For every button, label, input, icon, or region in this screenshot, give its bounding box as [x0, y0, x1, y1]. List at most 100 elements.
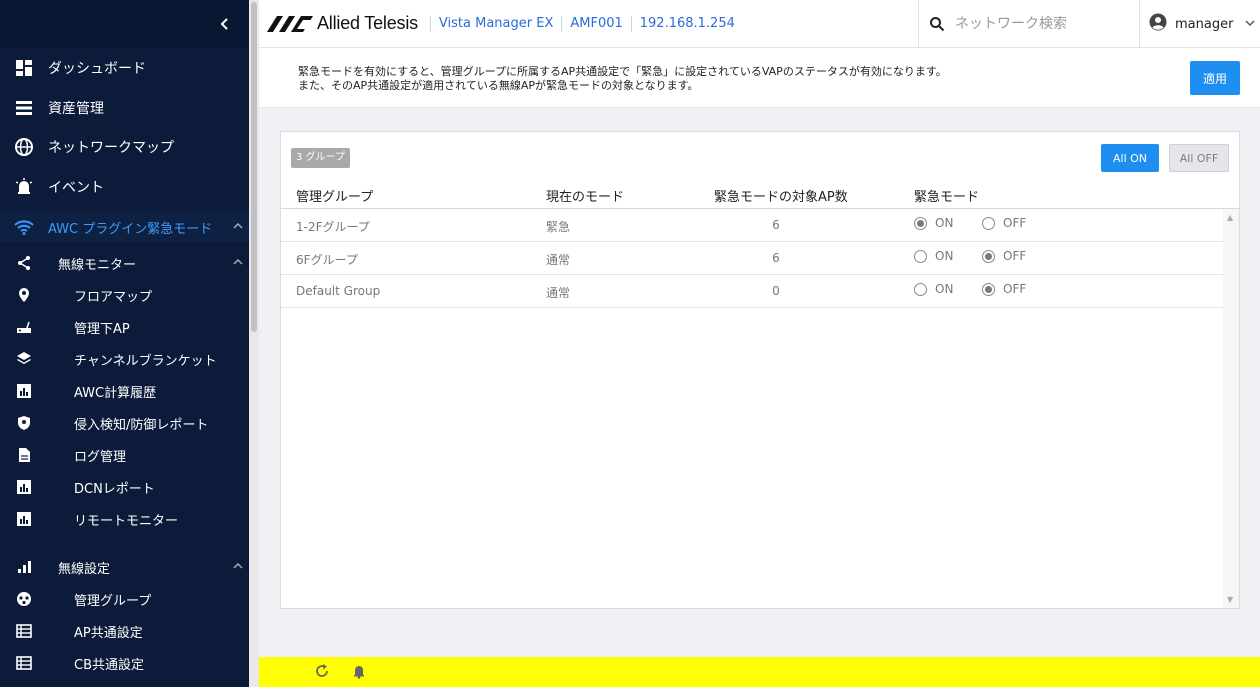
- sidebar-item-label: リモートモニター: [74, 513, 179, 529]
- device-name[interactable]: AMF001: [570, 16, 622, 31]
- scroll-up-icon[interactable]: ▲: [1227, 213, 1233, 222]
- alarm-icon: [12, 177, 36, 197]
- user-menu[interactable]: manager: [1149, 0, 1255, 48]
- info-text: 緊急モードを有効にすると、管理グループに所属するAP共通設定で「緊急」に設定され…: [298, 65, 947, 93]
- emergency-mode-panel: 3 グループ All ON All OFF 管理グループ 現在のモード 緊急モー…: [280, 131, 1240, 609]
- all-off-button[interactable]: All OFF: [1169, 144, 1229, 172]
- sidebar-item-label: 資産管理: [48, 101, 104, 117]
- globe-icon: [12, 137, 36, 157]
- column-header-current-mode: 現在のモード: [546, 190, 625, 205]
- sidebar-item-wireless-settings[interactable]: 無線設定: [0, 557, 249, 577]
- sidebar-item-label: 管理下AP: [74, 321, 130, 337]
- allied-telesis-logo-icon: [267, 15, 313, 32]
- collapse-sidebar-icon[interactable]: [217, 16, 233, 32]
- table-scrollbar[interactable]: ▲ ▼: [1223, 209, 1239, 608]
- current-mode: 通常: [546, 253, 571, 267]
- group-count-badge: 3 グループ: [291, 148, 350, 168]
- refresh-icon[interactable]: [314, 663, 330, 679]
- radio-button[interactable]: [982, 216, 995, 230]
- sidebar-item-remote-monitor[interactable]: リモートモニター: [0, 509, 249, 529]
- bottom-status-bar: [259, 657, 1260, 687]
- radio-label: ON: [935, 216, 954, 230]
- emergency-on-radio[interactable]: ON: [914, 282, 953, 296]
- sidebar-item-label: ダッシュボード: [48, 61, 146, 77]
- sidebar-item-events[interactable]: イベント: [0, 175, 249, 199]
- brand-logo[interactable]: Allied Telesis: [267, 13, 418, 34]
- header-divider: [561, 15, 563, 32]
- emergency-on-radio[interactable]: ON: [914, 216, 953, 230]
- sidebar-item-wireless-monitor[interactable]: 無線モニター: [0, 253, 249, 273]
- group-name: 1-2Fグループ: [296, 220, 370, 234]
- target-ap-count: 0: [772, 284, 780, 298]
- table-row: Default Group 通常 0 ON OFF: [281, 275, 1223, 308]
- search-input[interactable]: [955, 16, 1125, 32]
- shield-icon: [14, 413, 34, 433]
- chevron-up-icon[interactable]: [233, 257, 243, 267]
- sidebar-item-management-group[interactable]: 管理グループ: [0, 589, 249, 609]
- sidebar-item-label: 侵入検知/防御レポート: [74, 417, 209, 433]
- sidebar: ダッシュボード 資産管理 ネットワークマップ イベント AWC プラグイン緊急モ: [0, 0, 249, 687]
- sidebar-item-label: CB共通設定: [74, 657, 144, 673]
- chevron-down-icon: [1245, 18, 1255, 31]
- bell-icon[interactable]: [351, 663, 367, 679]
- sidebar-item-label: 管理グループ: [74, 593, 152, 609]
- sidebar-item-awc-history[interactable]: AWC計算履歴: [0, 381, 249, 401]
- apply-button[interactable]: 適用: [1190, 61, 1240, 95]
- radio-label: OFF: [1003, 282, 1027, 296]
- sidebar-item-label: DCNレポート: [74, 481, 155, 497]
- sidebar-item-label: AP共通設定: [74, 625, 143, 641]
- chevron-up-icon[interactable]: [233, 221, 243, 231]
- emergency-off-radio[interactable]: OFF: [982, 282, 1026, 296]
- radio-button[interactable]: [914, 216, 927, 230]
- sidebar-item-ap-common-settings[interactable]: AP共通設定: [0, 621, 249, 641]
- sidebar-item-assets[interactable]: 資産管理: [0, 96, 249, 120]
- network-search[interactable]: [918, 0, 1140, 48]
- radio-label: OFF: [1003, 249, 1027, 263]
- emergency-off-radio[interactable]: OFF: [982, 216, 1026, 230]
- table-header: 管理グループ 現在のモード 緊急モードの対象AP数 緊急モード: [281, 178, 1239, 209]
- sidebar-item-dcn-report[interactable]: DCNレポート: [0, 477, 249, 497]
- current-mode: 緊急: [546, 220, 571, 234]
- group-icon: [14, 589, 34, 609]
- sidebar-item-label: フロアマップ: [74, 289, 153, 305]
- sidebar-item-floor-map[interactable]: フロアマップ: [0, 285, 249, 305]
- sidebar-item-channel-blanket[interactable]: チャンネルブランケット: [0, 349, 249, 369]
- all-on-button[interactable]: All ON: [1101, 144, 1159, 172]
- radio-button[interactable]: [982, 282, 995, 296]
- sidebar-item-log-management[interactable]: ログ管理: [0, 445, 249, 465]
- chevron-up-icon[interactable]: [233, 561, 243, 571]
- device-ip[interactable]: 192.168.1.254: [640, 16, 735, 31]
- sidebar-scrollbar-thumb[interactable]: [251, 2, 257, 332]
- top-header: Allied Telesis Vista Manager EX AMF001 1…: [259, 0, 1260, 48]
- info-line-2: また、そのAP共通設定が適用されている無線APが緊急モードの対象となります。: [298, 79, 699, 92]
- app-root: ダッシュボード 資産管理 ネットワークマップ イベント AWC プラグイン緊急モ: [0, 0, 1260, 687]
- emergency-on-radio[interactable]: ON: [914, 249, 953, 263]
- sidebar-item-awc-emergency[interactable]: AWC プラグイン緊急モード: [0, 212, 249, 242]
- table-row: 1-2Fグループ 緊急 6 ON OFF: [281, 209, 1223, 242]
- chart-icon: [14, 381, 34, 401]
- sidebar-item-intrusion-report[interactable]: 侵入検知/防御レポート: [0, 413, 249, 433]
- sidebar-item-managed-ap[interactable]: 管理下AP: [0, 317, 249, 337]
- sidebar-item-cb-common-settings[interactable]: CB共通設定: [0, 653, 249, 673]
- radio-button[interactable]: [914, 249, 927, 263]
- radio-label: ON: [935, 282, 954, 296]
- radio-button[interactable]: [914, 282, 927, 296]
- sidebar-scrollbar[interactable]: [249, 0, 259, 687]
- scroll-down-icon[interactable]: ▼: [1227, 595, 1233, 604]
- sidebar-item-network-map[interactable]: ネットワークマップ: [0, 135, 249, 159]
- search-icon: [929, 16, 945, 32]
- info-bar: 緊急モードを有効にすると、管理グループに所属するAP共通設定で「緊急」に設定され…: [259, 48, 1260, 108]
- table-icon: [14, 653, 34, 673]
- table-row: 6Fグループ 通常 6 ON OFF: [281, 242, 1223, 275]
- table-icon: [14, 621, 34, 641]
- emergency-off-radio[interactable]: OFF: [982, 249, 1026, 263]
- header-divider: [429, 15, 431, 32]
- chart-icon: [14, 477, 34, 497]
- layers-icon: [14, 349, 34, 369]
- sidebar-item-dashboard[interactable]: ダッシュボード: [0, 56, 249, 80]
- product-name[interactable]: Vista Manager EX: [439, 16, 553, 31]
- brand-name: Allied Telesis: [317, 13, 418, 33]
- sidebar-item-label: ログ管理: [74, 449, 127, 465]
- radio-button[interactable]: [982, 249, 995, 263]
- sidebar-item-label: ネットワークマップ: [48, 140, 174, 156]
